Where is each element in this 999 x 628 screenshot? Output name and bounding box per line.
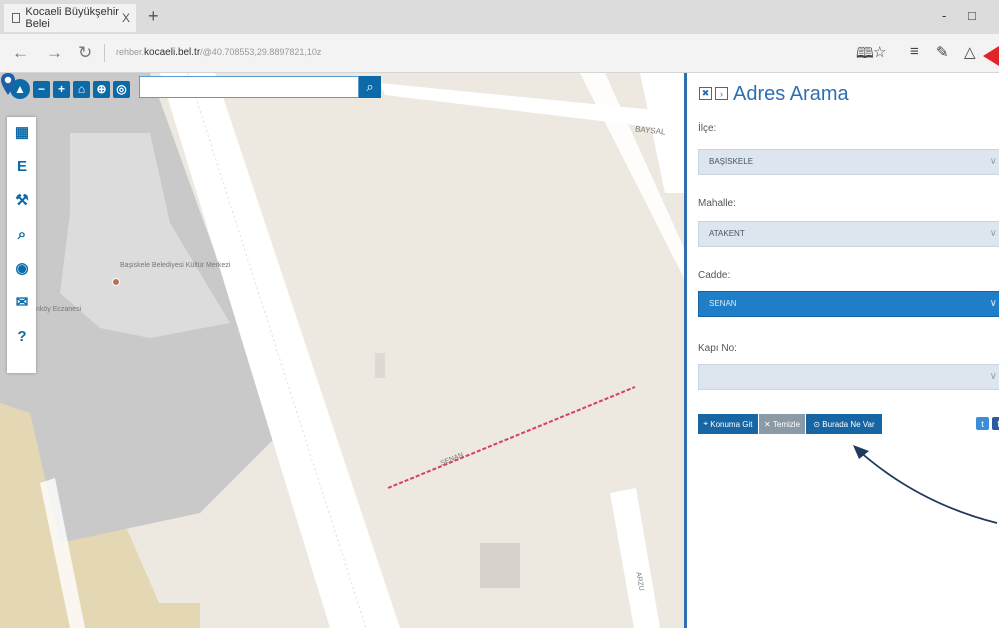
kapi-no-select[interactable]: ∨: [698, 364, 999, 390]
refresh-icon[interactable]: ↻: [78, 43, 92, 63]
tab-title: Kocaeli Büyükşehir Belei: [25, 6, 119, 30]
road-work-icon[interactable]: ⚒: [13, 191, 31, 209]
close-panel-icon[interactable]: ✖: [699, 87, 712, 100]
layers-list-icon[interactable]: ▦: [13, 123, 31, 141]
cadde-select[interactable]: SENAN ∨: [698, 291, 999, 317]
map-toolbar: ▲ − + ⌂ ⊕ ◎: [10, 79, 130, 99]
temizle-button[interactable]: ✕ Temizle: [759, 414, 805, 434]
page-icon: [12, 13, 21, 23]
forward-arrow-icon[interactable]: →: [46, 43, 63, 63]
e-service-icon[interactable]: E: [13, 157, 31, 175]
new-tab-button[interactable]: +: [148, 6, 159, 27]
chevron-down-icon: ∨: [989, 371, 997, 382]
ilce-value: BAŞİSKELE: [709, 157, 754, 166]
facebook-icon[interactable]: f: [992, 417, 999, 430]
poi-label-eczane: nköy Eczanesi: [36, 306, 82, 313]
url-prefix: rehber.: [116, 47, 145, 57]
kapi-no-label: Kapı No:: [698, 343, 737, 354]
tab-close-icon[interactable]: X: [122, 11, 130, 25]
maximize-button[interactable]: □: [968, 8, 976, 23]
url-field[interactable]: rehber.kocaeli.bel.tr/@40.708553,29.8897…: [116, 47, 321, 58]
url-domain: kocaeli.bel.tr: [144, 47, 201, 58]
search-icon[interactable]: ⌕: [359, 76, 381, 98]
twitter-icon[interactable]: t: [976, 417, 989, 430]
address-separator: [104, 44, 105, 62]
location-icon: ⌖: [703, 419, 711, 428]
mahalle-select[interactable]: ATAKENT ∨: [698, 221, 999, 247]
poi-marker[interactable]: [112, 278, 120, 286]
zoom-in-button[interactable]: +: [53, 80, 70, 98]
annotation-arrow: [853, 445, 998, 524]
collapse-panel-icon[interactable]: ›: [715, 87, 728, 100]
map-side-toolbar: ▦ E ⚒ ⌕ ◉ ✉ ?: [7, 117, 36, 373]
share-icon[interactable]: △: [964, 43, 976, 61]
web-note-icon[interactable]: ✎: [936, 43, 949, 61]
burada-ne-var-button[interactable]: ⊙ Burada Ne Var: [806, 414, 882, 434]
address-bar: ← → ↻ rehber.kocaeli.bel.tr/@40.708553,2…: [0, 34, 999, 73]
minimize-button[interactable]: -: [942, 8, 946, 23]
ilce-select[interactable]: BAŞİSKELE ∨: [698, 149, 999, 175]
chevron-down-icon: ∨: [989, 298, 997, 309]
url-path: /@40.708553,29.8897821,10z: [200, 47, 322, 57]
burada-ne-var-label: Burada Ne Var: [822, 419, 875, 429]
mahalle-label: Mahalle:: [698, 198, 736, 209]
hub-menu-icon[interactable]: ≡: [910, 43, 919, 60]
temizle-label: Temizle: [772, 419, 801, 429]
chevron-down-icon: ∨: [989, 228, 997, 239]
konuma-git-button[interactable]: ⌖ Konuma Git: [698, 414, 758, 434]
cadde-label: Cadde:: [698, 270, 731, 281]
tab-bar: Kocaeli Büyükşehir Belei X + - □: [0, 0, 999, 34]
ilce-label: İlçe:: [698, 123, 717, 134]
location-pin-icon[interactable]: [0, 73, 16, 95]
chat-icon[interactable]: ✉: [13, 293, 31, 311]
favorite-star-icon[interactable]: ☆: [873, 43, 886, 61]
red-pointer-arrow: [983, 46, 999, 66]
compass-icon[interactable]: ◎: [113, 80, 130, 98]
trash-icon: ✕: [763, 419, 773, 429]
mahalle-value: ATAKENT: [709, 229, 745, 238]
reading-view-icon[interactable]: 🕮: [856, 43, 874, 68]
map-search-input[interactable]: [139, 76, 359, 98]
help-icon[interactable]: ?: [13, 327, 31, 345]
back-arrow-icon[interactable]: ←: [12, 43, 29, 63]
info-icon: ⊙: [813, 419, 823, 429]
zoom-out-button[interactable]: −: [33, 80, 50, 98]
search-magnifier-icon[interactable]: ⌕: [13, 225, 31, 243]
cadde-value: SENAN: [709, 299, 737, 308]
browser-tab[interactable]: Kocaeli Büyükşehir Belei X: [4, 4, 136, 32]
locate-icon[interactable]: ⊕: [93, 80, 110, 98]
map-view[interactable]: ▲ − + ⌂ ⊕ ◎ ⌕ ▦ E ⚒ ⌕ ◉ ✉ ? BAYSAL Başis…: [0, 73, 684, 628]
konuma-git-label: Konuma Git: [710, 419, 753, 429]
address-search-panel: ✖ › Adres Arama İlçe: BAŞİSKELE ∨ Mahall…: [684, 73, 999, 628]
chevron-down-icon: ∨: [989, 156, 997, 167]
fingerprint-icon[interactable]: ◉: [13, 259, 31, 277]
panel-title: Adres Arama: [733, 83, 849, 105]
home-icon[interactable]: ⌂: [73, 80, 90, 98]
poi-label-kultur-merkezi: Başiskele Belediyesi Kültür Merkezi: [120, 262, 231, 269]
map-canvas: [0, 73, 684, 628]
